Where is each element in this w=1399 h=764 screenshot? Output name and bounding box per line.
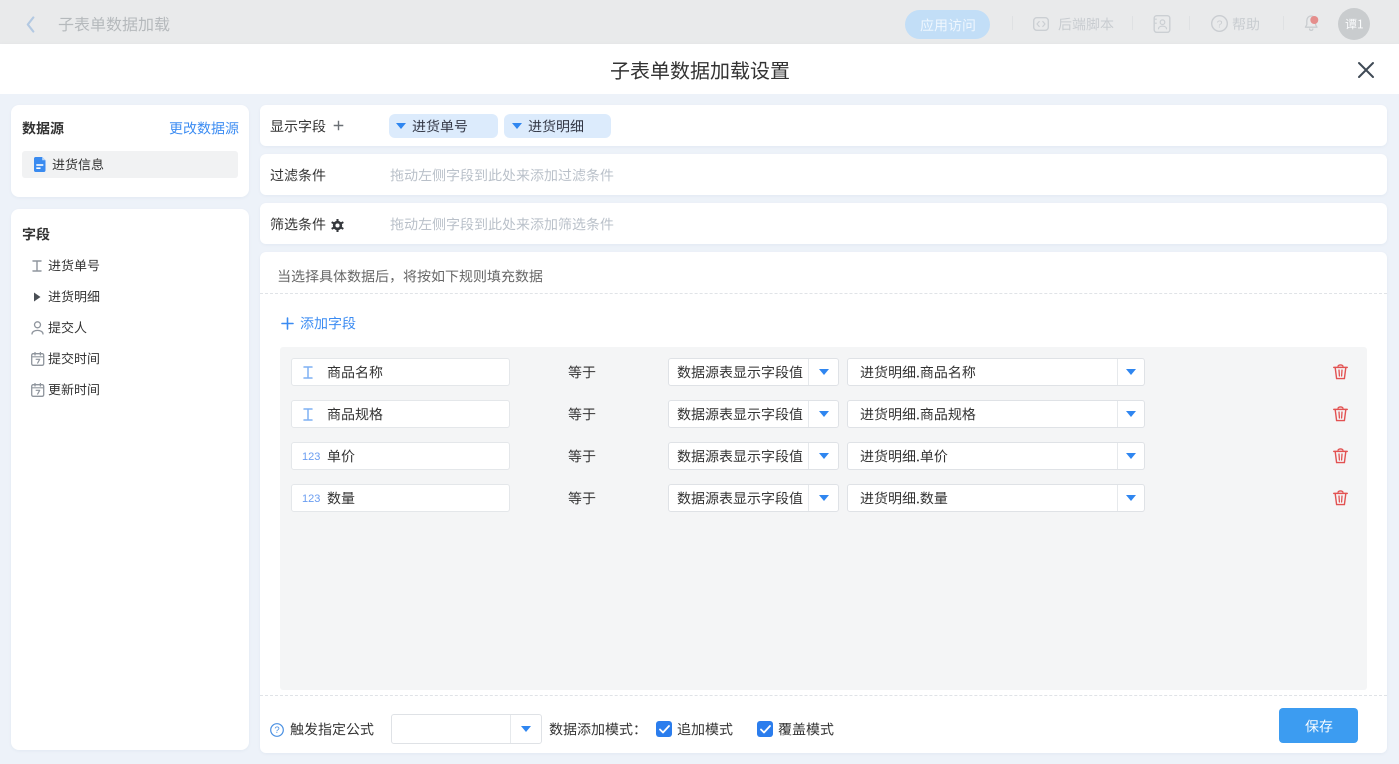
svg-text:?: ? — [274, 725, 279, 736]
svg-text:?: ? — [1217, 18, 1223, 30]
